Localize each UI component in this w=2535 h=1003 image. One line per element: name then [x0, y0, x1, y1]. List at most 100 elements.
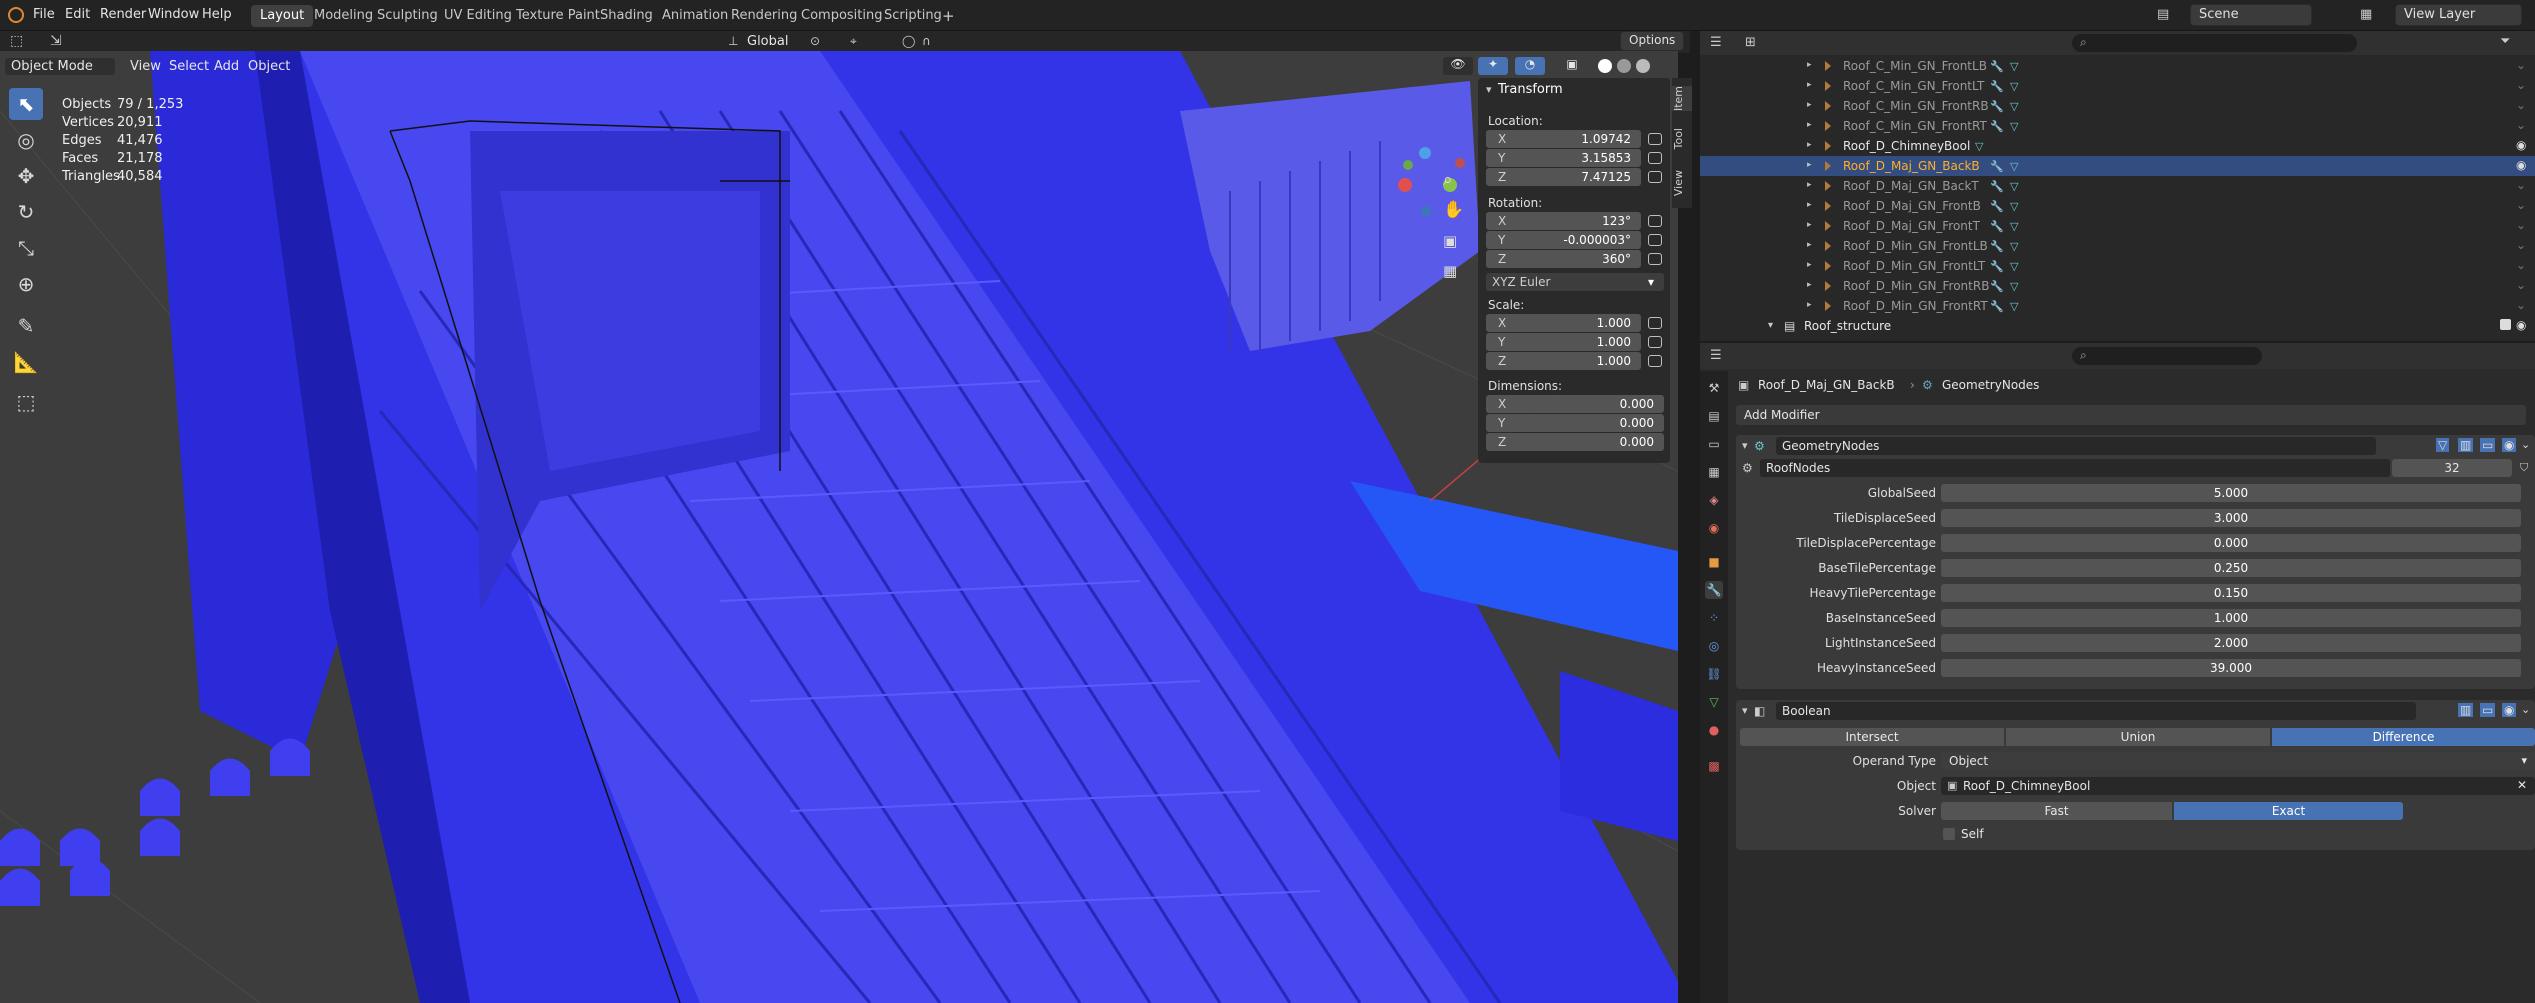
scene-selector[interactable]: Scene	[2190, 4, 2312, 26]
editor-type-icon[interactable]: ☰	[1710, 35, 1722, 50]
gn-input-field[interactable]: 1.000	[1941, 609, 2521, 627]
display-mode-icon[interactable]: ⊞	[1745, 35, 1756, 50]
modifier-wrench-icon[interactable]: 🔧	[1990, 60, 2004, 73]
view-layer-icon[interactable]: ▦	[2360, 7, 2372, 22]
add-workspace-icon[interactable]: +	[942, 7, 955, 25]
eye-icon[interactable]: ⌄	[2516, 118, 2526, 132]
expand-arrow-icon[interactable]: ▸	[1807, 260, 1812, 270]
mesh-data-icon[interactable]: ▽	[2010, 200, 2024, 213]
filter-icon[interactable]: ⏷	[2500, 34, 2510, 49]
eye-icon[interactable]: ◉	[2516, 138, 2526, 152]
ortho-grid-icon[interactable]: ▦	[1443, 262, 1457, 280]
rotation-y-field[interactable]: Y -0.000003°	[1486, 231, 1641, 249]
lock-icon[interactable]	[1648, 317, 1662, 329]
cage-toggle-icon[interactable]: ▥	[2458, 438, 2474, 452]
expand-arrow-icon[interactable]: ▸	[1807, 280, 1812, 290]
viewport-toggle-icon[interactable]: ▭	[2480, 703, 2496, 717]
pan-hand-icon[interactable]: ✋	[1443, 200, 1464, 220]
orientation-dropdown[interactable]: Global	[747, 34, 788, 49]
mesh-data-icon[interactable]: ▽	[2010, 100, 2024, 113]
expand-arrow-icon[interactable]: ▸	[1807, 220, 1812, 230]
modifier-wrench-icon[interactable]: 🔧	[1990, 240, 2004, 253]
mesh-data-icon[interactable]: ▽	[2010, 260, 2024, 273]
object-mode-dropdown[interactable]: Object Mode	[5, 58, 115, 75]
tab-shading[interactable]: Shading	[591, 5, 662, 27]
material-shading-icon[interactable]	[1617, 59, 1631, 73]
menu-edit[interactable]: Edit	[65, 7, 90, 22]
boolean-intersect-button[interactable]: Intersect	[1740, 728, 2004, 746]
menu-help[interactable]: Help	[202, 7, 232, 22]
outliner-row[interactable]: ▸ Roof_C_Min_GN_FrontLB 🔧 ▽ ⌄	[1700, 56, 2535, 76]
outliner-row[interactable]: ▸ Roof_D_Min_GN_FrontRT 🔧 ▽ ⌄	[1700, 296, 2535, 316]
modifier-wrench-icon[interactable]: 🔧	[1990, 100, 2004, 113]
properties-search-input[interactable]	[2072, 347, 2262, 365]
cage-toggle-icon[interactable]: ▥	[2458, 703, 2474, 717]
lock-icon[interactable]	[1648, 171, 1662, 183]
operand-type-dropdown[interactable]: Object ▾	[1941, 752, 2535, 770]
expand-arrow-icon[interactable]: ▸	[1807, 240, 1812, 250]
collapse-arrow-icon[interactable]: ▾	[1742, 439, 1748, 452]
collapse-arrow-icon[interactable]: ▾	[1742, 704, 1748, 717]
mesh-data-icon[interactable]: ▽	[2010, 160, 2024, 173]
expand-arrow-icon[interactable]: ▸	[1807, 180, 1812, 190]
gizmo-toggle-icon[interactable]: ✦	[1478, 57, 1508, 75]
outliner-row[interactable]: ▸ Roof_D_Min_GN_FrontLT 🔧 ▽ ⌄	[1700, 256, 2535, 276]
data-tab-icon[interactable]: ▽	[1705, 693, 1723, 711]
scale-y-field[interactable]: Y 1.000	[1486, 333, 1641, 351]
particles-tab-icon[interactable]: ⁘	[1705, 609, 1723, 627]
measure-icon[interactable]: 📐	[9, 346, 43, 378]
close-icon[interactable]: ✕	[2517, 778, 2527, 792]
menu-add[interactable]: Add	[208, 58, 245, 75]
modifier-wrench-icon[interactable]: 🔧	[1990, 200, 2004, 213]
gn-input-field[interactable]: 39.000	[1941, 659, 2521, 677]
modifier-name-field[interactable]: GeometryNodes	[1776, 437, 2376, 455]
menu-object[interactable]: Object	[242, 58, 296, 75]
transform-icon[interactable]: ⊕	[9, 268, 43, 300]
dimensions-z-field[interactable]: Z 0.000	[1486, 433, 1664, 451]
gn-input-field[interactable]: 0.000	[1941, 534, 2521, 552]
xray-icon[interactable]: ▣	[1563, 57, 1581, 75]
expand-arrow-icon[interactable]: ▸	[1807, 120, 1812, 130]
editor-type-icon[interactable]: ⬚	[10, 33, 23, 49]
lock-icon[interactable]	[1648, 133, 1662, 145]
node-group-users[interactable]: 32	[2392, 459, 2512, 477]
mesh-data-icon[interactable]: ▽	[2010, 300, 2024, 313]
scale-z-field[interactable]: Z 1.000	[1486, 352, 1641, 370]
expand-arrow-icon[interactable]: ▸	[1807, 160, 1812, 170]
gn-input-field[interactable]: 2.000	[1941, 634, 2521, 652]
modifier-wrench-icon[interactable]: 🔧	[1990, 80, 2004, 93]
render-toggle-icon[interactable]: ◉	[2502, 438, 2517, 452]
rotation-z-field[interactable]: Z 360°	[1486, 250, 1641, 268]
gn-input-field[interactable]: 3.000	[1941, 509, 2521, 527]
boolean-union-button[interactable]: Union	[2006, 728, 2270, 746]
output-tab-icon[interactable]: ▭	[1705, 435, 1723, 453]
annotate-icon[interactable]: ✎	[9, 310, 43, 342]
gn-input-field[interactable]: 0.150	[1941, 584, 2521, 602]
scale-icon[interactable]: ⤡	[9, 232, 43, 264]
tab-view[interactable]: View	[1672, 170, 1692, 196]
dropdown-icon[interactable]: ⌄	[2521, 438, 2530, 451]
tab-layout[interactable]: Layout	[251, 5, 314, 27]
rendered-shading-icon[interactable]	[1636, 59, 1650, 73]
expand-arrow-icon[interactable]: ▸	[1807, 60, 1812, 70]
editmode-toggle-icon[interactable]: ▽	[2436, 438, 2450, 452]
solid-shading-icon[interactable]	[1598, 59, 1612, 73]
rotation-mode-dropdown[interactable]: XYZ Euler ▾	[1486, 273, 1664, 291]
expand-arrow-icon[interactable]: ▸	[1807, 300, 1812, 310]
blender-logo-icon[interactable]	[8, 7, 24, 23]
texture-tab-icon[interactable]: ▩	[1705, 757, 1723, 775]
eye-icon[interactable]: ⌄	[2516, 298, 2526, 312]
lock-icon[interactable]	[1648, 253, 1662, 265]
gn-input-field[interactable]: 5.000	[1941, 484, 2521, 502]
eye-icon[interactable]: ◉	[2516, 158, 2526, 172]
outliner-row[interactable]: ▸ Roof_D_ChimneyBool ▽ ◉	[1700, 136, 2535, 156]
eye-icon[interactable]: ⌄	[2516, 178, 2526, 192]
viewport-toggle-icon[interactable]: ▭	[2480, 438, 2496, 452]
move-icon[interactable]: ✥	[9, 160, 43, 192]
mesh-data-icon[interactable]: ▽	[2010, 220, 2024, 233]
lock-icon[interactable]	[1648, 336, 1662, 348]
dropdown-icon[interactable]: ⌄	[2521, 703, 2530, 716]
cursor-tool-icon[interactable]: ⇲	[50, 33, 62, 49]
zoom-icon[interactable]: ⌕	[1443, 170, 1453, 190]
location-x-field[interactable]: X 1.09742	[1486, 130, 1641, 148]
